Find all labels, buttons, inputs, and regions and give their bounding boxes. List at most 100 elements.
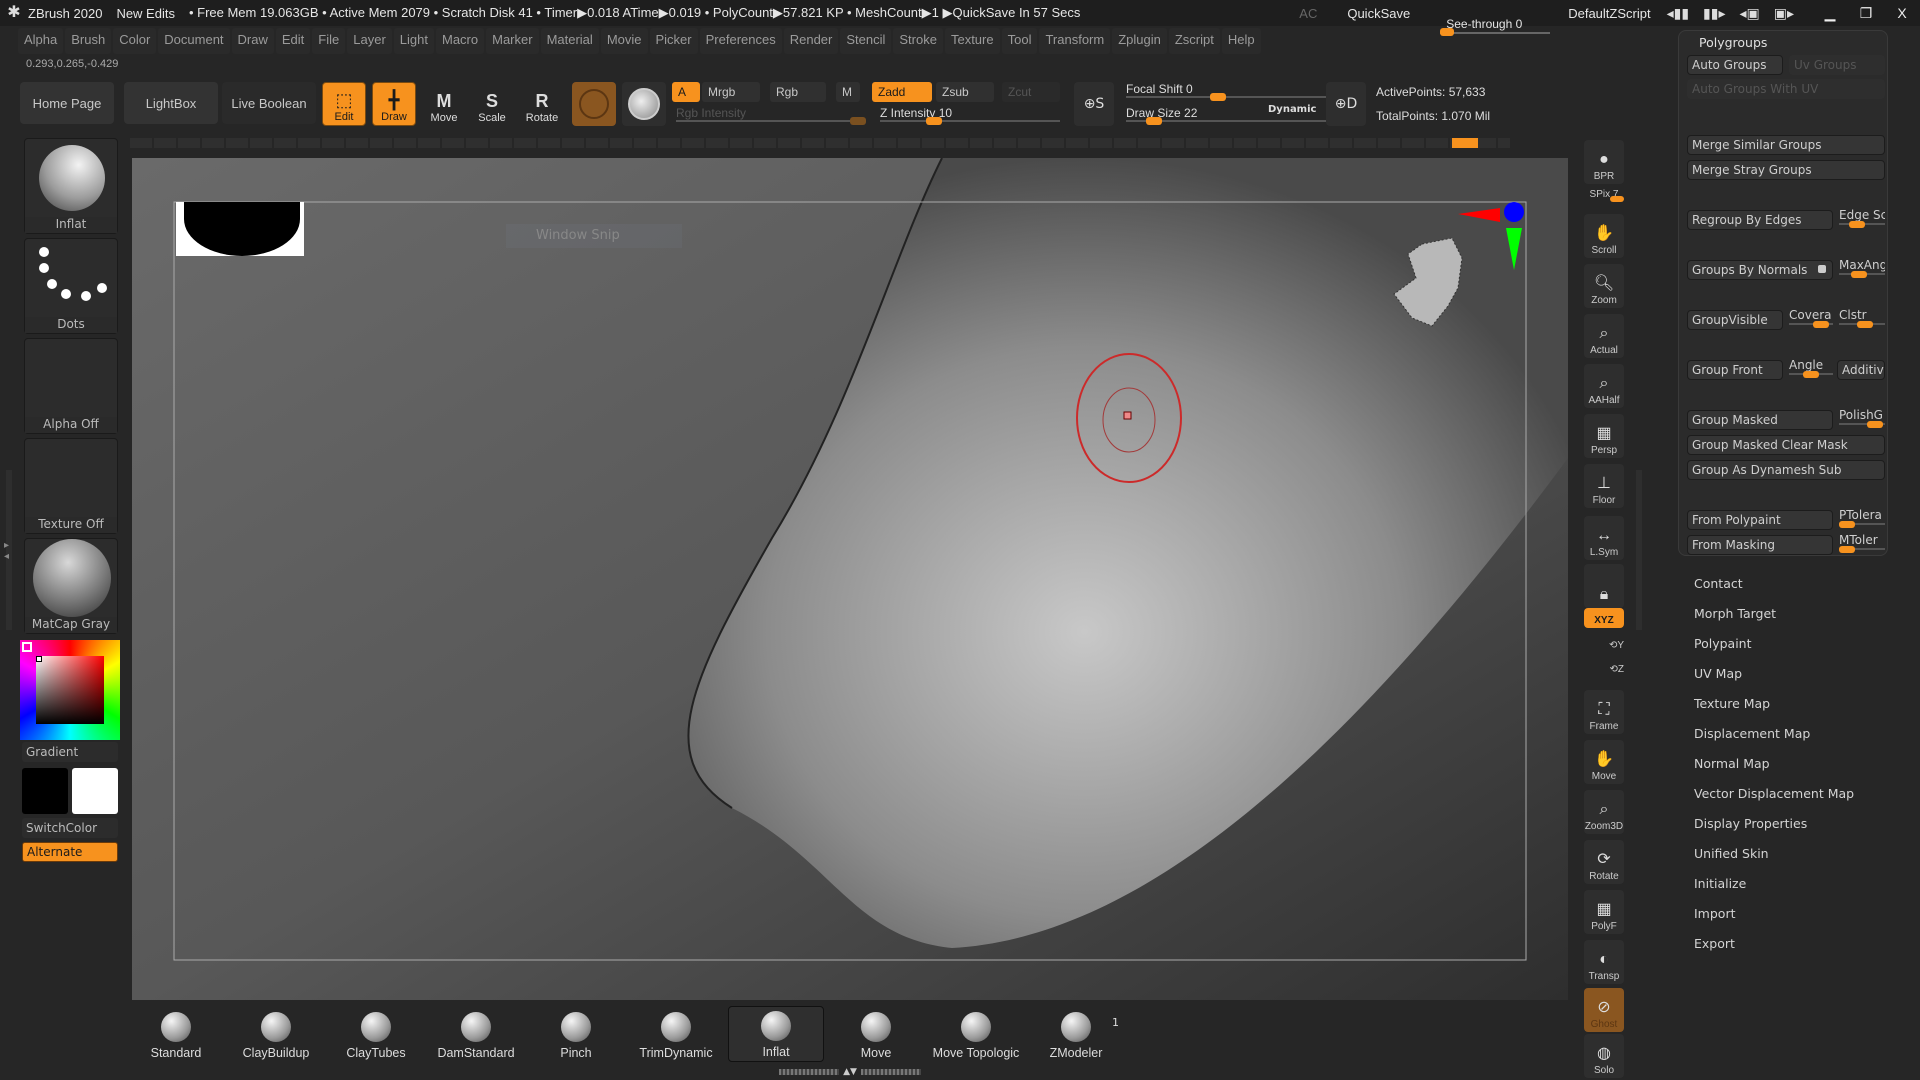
- angle-slider[interactable]: Angle: [1789, 358, 1833, 378]
- rotate-button[interactable]: R Rotate: [520, 82, 564, 126]
- rs-floor-button[interactable]: ⊥ Floor: [1584, 464, 1624, 508]
- right-tray-scrollbar[interactable]: [1636, 470, 1642, 630]
- menu-alpha[interactable]: Alpha: [18, 28, 64, 54]
- material-sphere-button[interactable]: [572, 82, 616, 126]
- stroke-d-button[interactable]: ⊕ D: [1326, 82, 1366, 126]
- brush-claybuildup[interactable]: ClayBuildup: [228, 1006, 324, 1062]
- polygroups-title[interactable]: Polygroups: [1699, 35, 1767, 50]
- subpalette-export[interactable]: Export: [1694, 936, 1735, 951]
- normals-toggle-icon[interactable]: [1818, 265, 1826, 273]
- main-color-swatch[interactable]: [22, 768, 68, 814]
- subpalette-normal-map[interactable]: Normal Map: [1694, 756, 1770, 771]
- default-zscript-button[interactable]: DefaultZScript: [1568, 6, 1650, 21]
- group-visible-button[interactable]: GroupVisible: [1687, 310, 1783, 330]
- secondary-color-swatch[interactable]: [72, 768, 118, 814]
- focal-shift-slider[interactable]: Focal Shift 0: [1126, 82, 1326, 101]
- home-page-button[interactable]: Home Page: [20, 82, 114, 124]
- rgb-intensity-slider[interactable]: Rgb Intensity: [676, 106, 866, 125]
- menu-marker[interactable]: Marker: [486, 28, 539, 54]
- menu-file[interactable]: File: [312, 28, 346, 54]
- rs-zoom-button[interactable]: 🔍︎ Zoom: [1584, 264, 1624, 308]
- menu-material[interactable]: Material: [540, 28, 599, 54]
- focal-shift-knob[interactable]: [1210, 93, 1226, 101]
- menu-stencil[interactable]: Stencil: [840, 28, 892, 54]
- interface-b-icon[interactable]: ▣▸: [1774, 5, 1794, 22]
- texture-thumbnail[interactable]: Texture Off: [24, 438, 118, 534]
- uv-groups-button[interactable]: Uv Groups: [1789, 55, 1885, 75]
- gradient-button[interactable]: Gradient: [22, 742, 118, 762]
- minimize-button[interactable]: ▁: [1812, 5, 1848, 22]
- material-thumbnail[interactable]: MatCap Gray: [24, 538, 118, 634]
- shelf-scroll-handle[interactable]: ▲▼: [770, 1067, 930, 1077]
- rs-spix-7-button[interactable]: SPix 7: [1584, 182, 1624, 202]
- brush-claytubes[interactable]: ClayTubes: [328, 1006, 424, 1062]
- menu-layer[interactable]: Layer: [347, 28, 392, 54]
- stroke-s-button[interactable]: ⊕ S: [1074, 82, 1114, 126]
- subpalette-displacement-map[interactable]: Displacement Map: [1694, 726, 1810, 741]
- brush-zmodeler[interactable]: ZModeler: [1028, 1006, 1124, 1062]
- quicksave-button[interactable]: QuickSave: [1347, 6, 1410, 21]
- shelf-arrows-icon[interactable]: ▲▼: [843, 1067, 857, 1077]
- cluster-slider[interactable]: Clstr: [1839, 308, 1885, 328]
- switch-color-button[interactable]: SwitchColor: [22, 818, 118, 838]
- mrgb-button[interactable]: Mrgb: [702, 82, 760, 102]
- palette-right-icon[interactable]: ▮▮▸: [1703, 5, 1725, 22]
- group-as-dynamesh-sub-button[interactable]: Group As Dynamesh Sub: [1687, 460, 1885, 480]
- auto-groups-button[interactable]: Auto Groups: [1687, 55, 1783, 75]
- polypaint-tolerance-slider[interactable]: PTolera: [1839, 508, 1885, 528]
- rs-camera-lock-icon-button[interactable]: 🔒︎: [1584, 564, 1624, 608]
- draw-size-knob[interactable]: [1146, 117, 1162, 125]
- z-intensity-slider[interactable]: Z Intensity 10: [880, 106, 1060, 125]
- lightbox-button[interactable]: LightBox: [124, 82, 218, 124]
- m-button[interactable]: M: [836, 82, 860, 102]
- subpalette-polypaint[interactable]: Polypaint: [1694, 636, 1752, 651]
- edge-sensitivity-slider[interactable]: Edge Sc: [1839, 208, 1885, 228]
- brush-move-topologic[interactable]: Move Topologic: [928, 1006, 1024, 1062]
- spix-knob[interactable]: [1610, 196, 1624, 202]
- rs-move-button[interactable]: ✋ Move: [1584, 740, 1624, 784]
- rs-transp-button[interactable]: ◐ Transp: [1584, 940, 1624, 984]
- brush-trimdynamic[interactable]: TrimDynamic: [628, 1006, 724, 1062]
- subpalette-uv-map[interactable]: UV Map: [1694, 666, 1742, 681]
- menu-movie[interactable]: Movie: [600, 28, 648, 54]
- coverage-slider[interactable]: Covera: [1789, 308, 1833, 328]
- color-marker[interactable]: [36, 656, 42, 662]
- zadd-button[interactable]: Zadd: [872, 82, 932, 102]
- alternate-button[interactable]: Alternate: [22, 842, 118, 862]
- menu-brush[interactable]: Brush: [65, 28, 112, 54]
- stroke-thumbnail[interactable]: Dots: [24, 238, 118, 334]
- menu-light[interactable]: Light: [393, 28, 434, 54]
- left-tray-toggle-icon[interactable]: ▸ ◂: [4, 540, 9, 562]
- menu-render[interactable]: Render: [783, 28, 839, 54]
- from-masking-button[interactable]: From Masking: [1687, 535, 1833, 555]
- menu-stroke[interactable]: Stroke: [893, 28, 943, 54]
- merge-similar-groups-button[interactable]: Merge Similar Groups: [1687, 135, 1885, 155]
- groups-by-normals-button[interactable]: Groups By Normals: [1687, 260, 1833, 280]
- menu-transform[interactable]: Transform: [1039, 28, 1111, 54]
- rs-scroll-button[interactable]: ✋ Scroll: [1584, 214, 1624, 258]
- rs-zoom3d-button[interactable]: ⌕ Zoom3D: [1584, 790, 1624, 834]
- rs-actual-button[interactable]: ⌕ Actual: [1584, 314, 1624, 358]
- subpalette-display-properties[interactable]: Display Properties: [1694, 816, 1807, 831]
- restore-button[interactable]: ❐: [1848, 5, 1884, 22]
- menu-color[interactable]: Color: [113, 28, 157, 54]
- brush-move[interactable]: Move: [828, 1006, 924, 1062]
- subpalette-initialize[interactable]: Initialize: [1694, 876, 1746, 891]
- rs-xyz-button[interactable]: XYZ: [1584, 608, 1624, 628]
- merge-stray-groups-button[interactable]: Merge Stray Groups: [1687, 160, 1885, 180]
- scale-button[interactable]: S Scale: [470, 82, 514, 126]
- menu-draw[interactable]: Draw: [231, 28, 274, 54]
- alpha-thumbnail[interactable]: Alpha Off: [24, 338, 118, 434]
- hue-marker[interactable]: [22, 642, 32, 652]
- live-boolean-button[interactable]: Live Boolean: [222, 82, 316, 124]
- z-intensity-knob[interactable]: [926, 117, 942, 125]
- rs-aahalf-button[interactable]: ⌕ AAHalf: [1584, 364, 1624, 408]
- see-through-knob[interactable]: [1440, 28, 1455, 36]
- close-button[interactable]: X: [1884, 5, 1920, 21]
- menu-edit[interactable]: Edit: [275, 28, 311, 54]
- rs-frame-button[interactable]: ⛶ Frame: [1584, 690, 1624, 734]
- canvas-viewport[interactable]: Window Snip: [132, 158, 1568, 1000]
- palette-left-icon[interactable]: ◂▮▮: [1667, 5, 1689, 22]
- saturation-square[interactable]: [36, 656, 104, 724]
- menu-help[interactable]: Help: [1221, 28, 1261, 54]
